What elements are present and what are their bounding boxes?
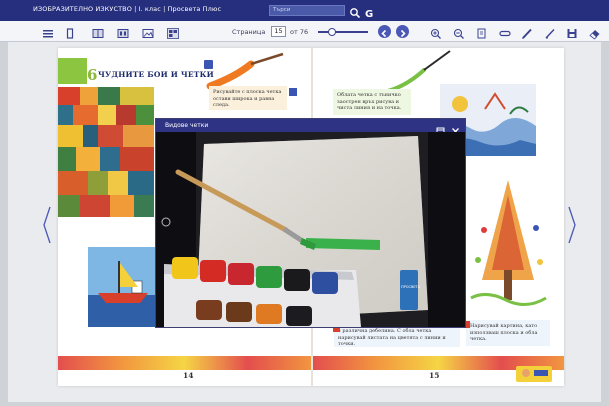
pencil-icon[interactable] (543, 25, 557, 39)
save-icon[interactable] (565, 25, 579, 38)
prev-page-arrow-icon[interactable] (42, 205, 52, 245)
zoom-in-icon[interactable] (429, 25, 443, 39)
video-title: Видове четки (165, 122, 209, 129)
left-page-ribbon (58, 356, 311, 370)
search-input[interactable]: Търси (269, 5, 345, 16)
search-icon[interactable] (349, 4, 361, 19)
child-tree-painting-image (466, 170, 550, 310)
lesson-number-band (58, 58, 87, 84)
flat-brush-image (206, 52, 284, 90)
paint-box-brand-label: ПРОСВЕТА (401, 285, 421, 289)
spread-view-icon[interactable] (116, 25, 130, 38)
klee-painting-image (58, 87, 154, 217)
app-title: ИЗОБРАЗИТЕЛНО ИЗКУСТВО | I. клас | Просв… (33, 5, 222, 13)
image-icon[interactable] (141, 25, 155, 38)
video-player-window: Видове четки ПРОСВЕТА (155, 118, 466, 328)
google-icon[interactable]: G (363, 4, 375, 20)
maximize-icon[interactable] (436, 121, 445, 136)
left-page-number: 14 (183, 371, 194, 380)
toolbar: Страница 15 от 76 (0, 21, 609, 42)
right-page-number: 15 (429, 371, 440, 380)
instruction-box-right: Облата четка с тъничко заострен връх рис… (333, 89, 411, 115)
video-header: Видове четки (156, 119, 465, 136)
video-frame-image[interactable]: ПРОСВЕТА (156, 132, 465, 327)
kids-mascot-image (516, 366, 552, 382)
pen-icon[interactable] (520, 25, 534, 39)
close-icon[interactable] (451, 121, 460, 135)
thumbnails-icon[interactable] (166, 25, 180, 39)
child-boat-painting-image (88, 247, 160, 327)
fit-page-icon[interactable] (475, 25, 489, 39)
lesson-number: 6 (87, 66, 98, 84)
link-icon[interactable] (498, 25, 512, 38)
page-number-input[interactable]: 15 (271, 26, 286, 37)
zoom-out-icon[interactable] (452, 25, 466, 39)
next-page-button[interactable] (396, 25, 409, 38)
instruction-box-left: Рисувайте с плоска четка остави широка и… (209, 86, 287, 110)
instruction-box-bottom-left: с различна дебелина. С обла четка нарису… (334, 325, 460, 347)
next-page-arrow-icon[interactable] (567, 205, 577, 245)
prev-page-button[interactable] (378, 25, 391, 38)
eraser-icon[interactable] (588, 25, 602, 40)
instruction-box-bottom-right: Нарисувай картина, като използваш плоска… (466, 320, 550, 346)
title-bar: ИЗОБРАЗИТЕЛНО ИЗКУСТВО | I. клас | Просв… (0, 0, 609, 21)
ebook-reader-app: ИЗОБРАЗИТЕЛНО ИЗКУСТВО | I. клас | Просв… (0, 0, 609, 406)
svg-text:G: G (365, 9, 373, 19)
menu-icon[interactable] (41, 25, 55, 38)
lesson-title: ЧУДНИТЕ БОИ И ЧЕТКИ (98, 70, 214, 79)
double-page-icon[interactable] (91, 25, 105, 38)
page-slider[interactable] (318, 28, 368, 36)
left-box-marker-icon[interactable] (289, 88, 297, 96)
page-slider-knob[interactable] (328, 28, 336, 36)
page-total: от 76 (290, 28, 309, 36)
page-label: Страница (232, 28, 266, 36)
single-page-icon[interactable] (63, 25, 77, 39)
